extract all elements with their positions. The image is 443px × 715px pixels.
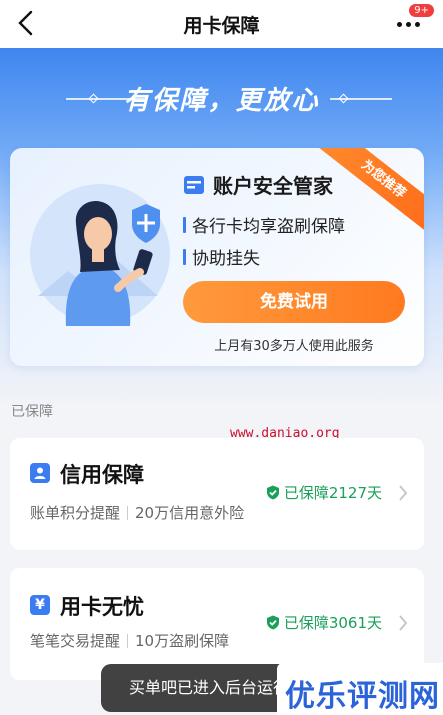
guarantee-card-credit[interactable]: 信用保障 账单积分提醒 20万信用意外险 已保障2127天 bbox=[10, 438, 424, 550]
page-title: 用卡保障 bbox=[183, 15, 260, 37]
guarantee-status: 已保障3061天 bbox=[266, 612, 382, 633]
guarantee-desc: 账单积分提醒 20万信用意外险 bbox=[30, 504, 245, 522]
card-title-row: 账户安全管家 bbox=[183, 170, 333, 199]
chevron-right-icon bbox=[399, 615, 408, 631]
section-label: 已保障 bbox=[11, 404, 53, 420]
yuan-card-icon: ¥ bbox=[30, 595, 50, 615]
account-security-card[interactable]: 为您推荐 账户安全管家 各行卡均享盗刷保障 协助挂失 免费试用 上月有30多万人… bbox=[10, 148, 424, 366]
more-dots-icon bbox=[397, 22, 420, 27]
feature-item: 各行卡均享盗刷保障 bbox=[183, 212, 345, 237]
guarantee-name: 信用保障 bbox=[60, 463, 144, 487]
notification-badge: 9+ bbox=[408, 3, 435, 18]
user-card-icon bbox=[30, 463, 50, 483]
chevron-right-icon bbox=[399, 485, 408, 501]
shield-check-icon bbox=[266, 485, 279, 500]
feature-item: 协助挂失 bbox=[183, 244, 260, 269]
usage-count-text: 上月有30多万人使用此服务 bbox=[214, 339, 374, 354]
guarantee-status: 已保障2127天 bbox=[266, 482, 382, 503]
free-trial-button[interactable]: 免费试用 bbox=[183, 281, 405, 323]
wallet-icon bbox=[184, 175, 204, 194]
brand-watermark: 优乐评测网 bbox=[277, 663, 443, 715]
more-button[interactable]: 9+ bbox=[395, 3, 435, 36]
guarantee-name: 用卡无忧 bbox=[60, 595, 144, 619]
hero-slogan: 有保障，更放心 bbox=[123, 86, 320, 116]
nav-bar: 用卡保障 9+ bbox=[0, 0, 443, 48]
card-title: 账户安全管家 bbox=[213, 174, 333, 198]
guarantee-desc: 笔笔交易提醒 10万盗刷保障 bbox=[30, 632, 230, 650]
shield-check-icon bbox=[266, 615, 279, 630]
security-illustration bbox=[30, 184, 170, 326]
